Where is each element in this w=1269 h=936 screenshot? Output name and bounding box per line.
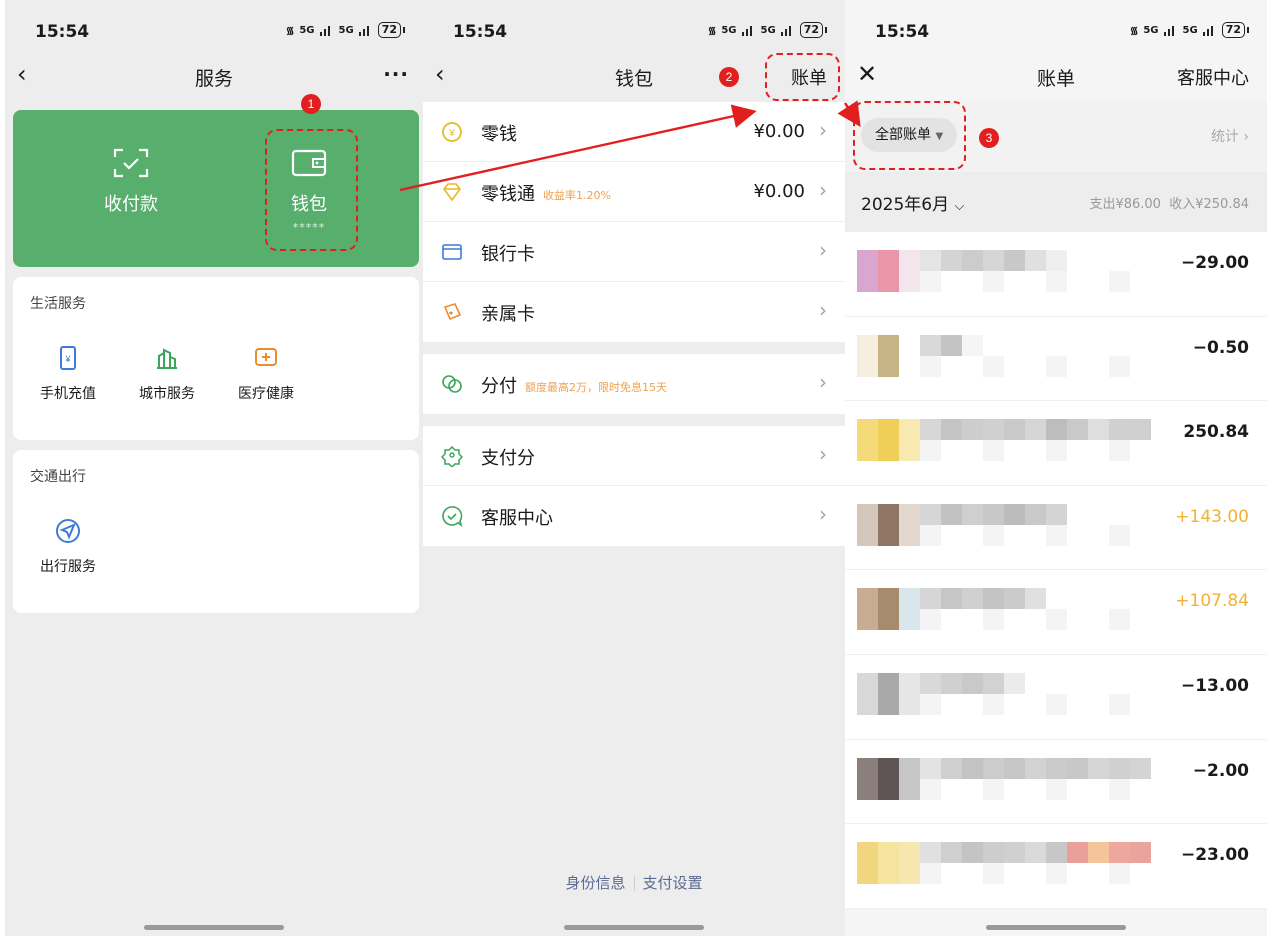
arrow-to-filter	[837, 100, 861, 128]
arrow-to-bill	[399, 104, 757, 192]
screenshot: 15:54 ᯾ 5G 5G 72 ‹ 服务 ··· 收付款 钱包 ***** 生…	[0, 0, 1269, 936]
arrows-overlay	[399, 100, 861, 192]
